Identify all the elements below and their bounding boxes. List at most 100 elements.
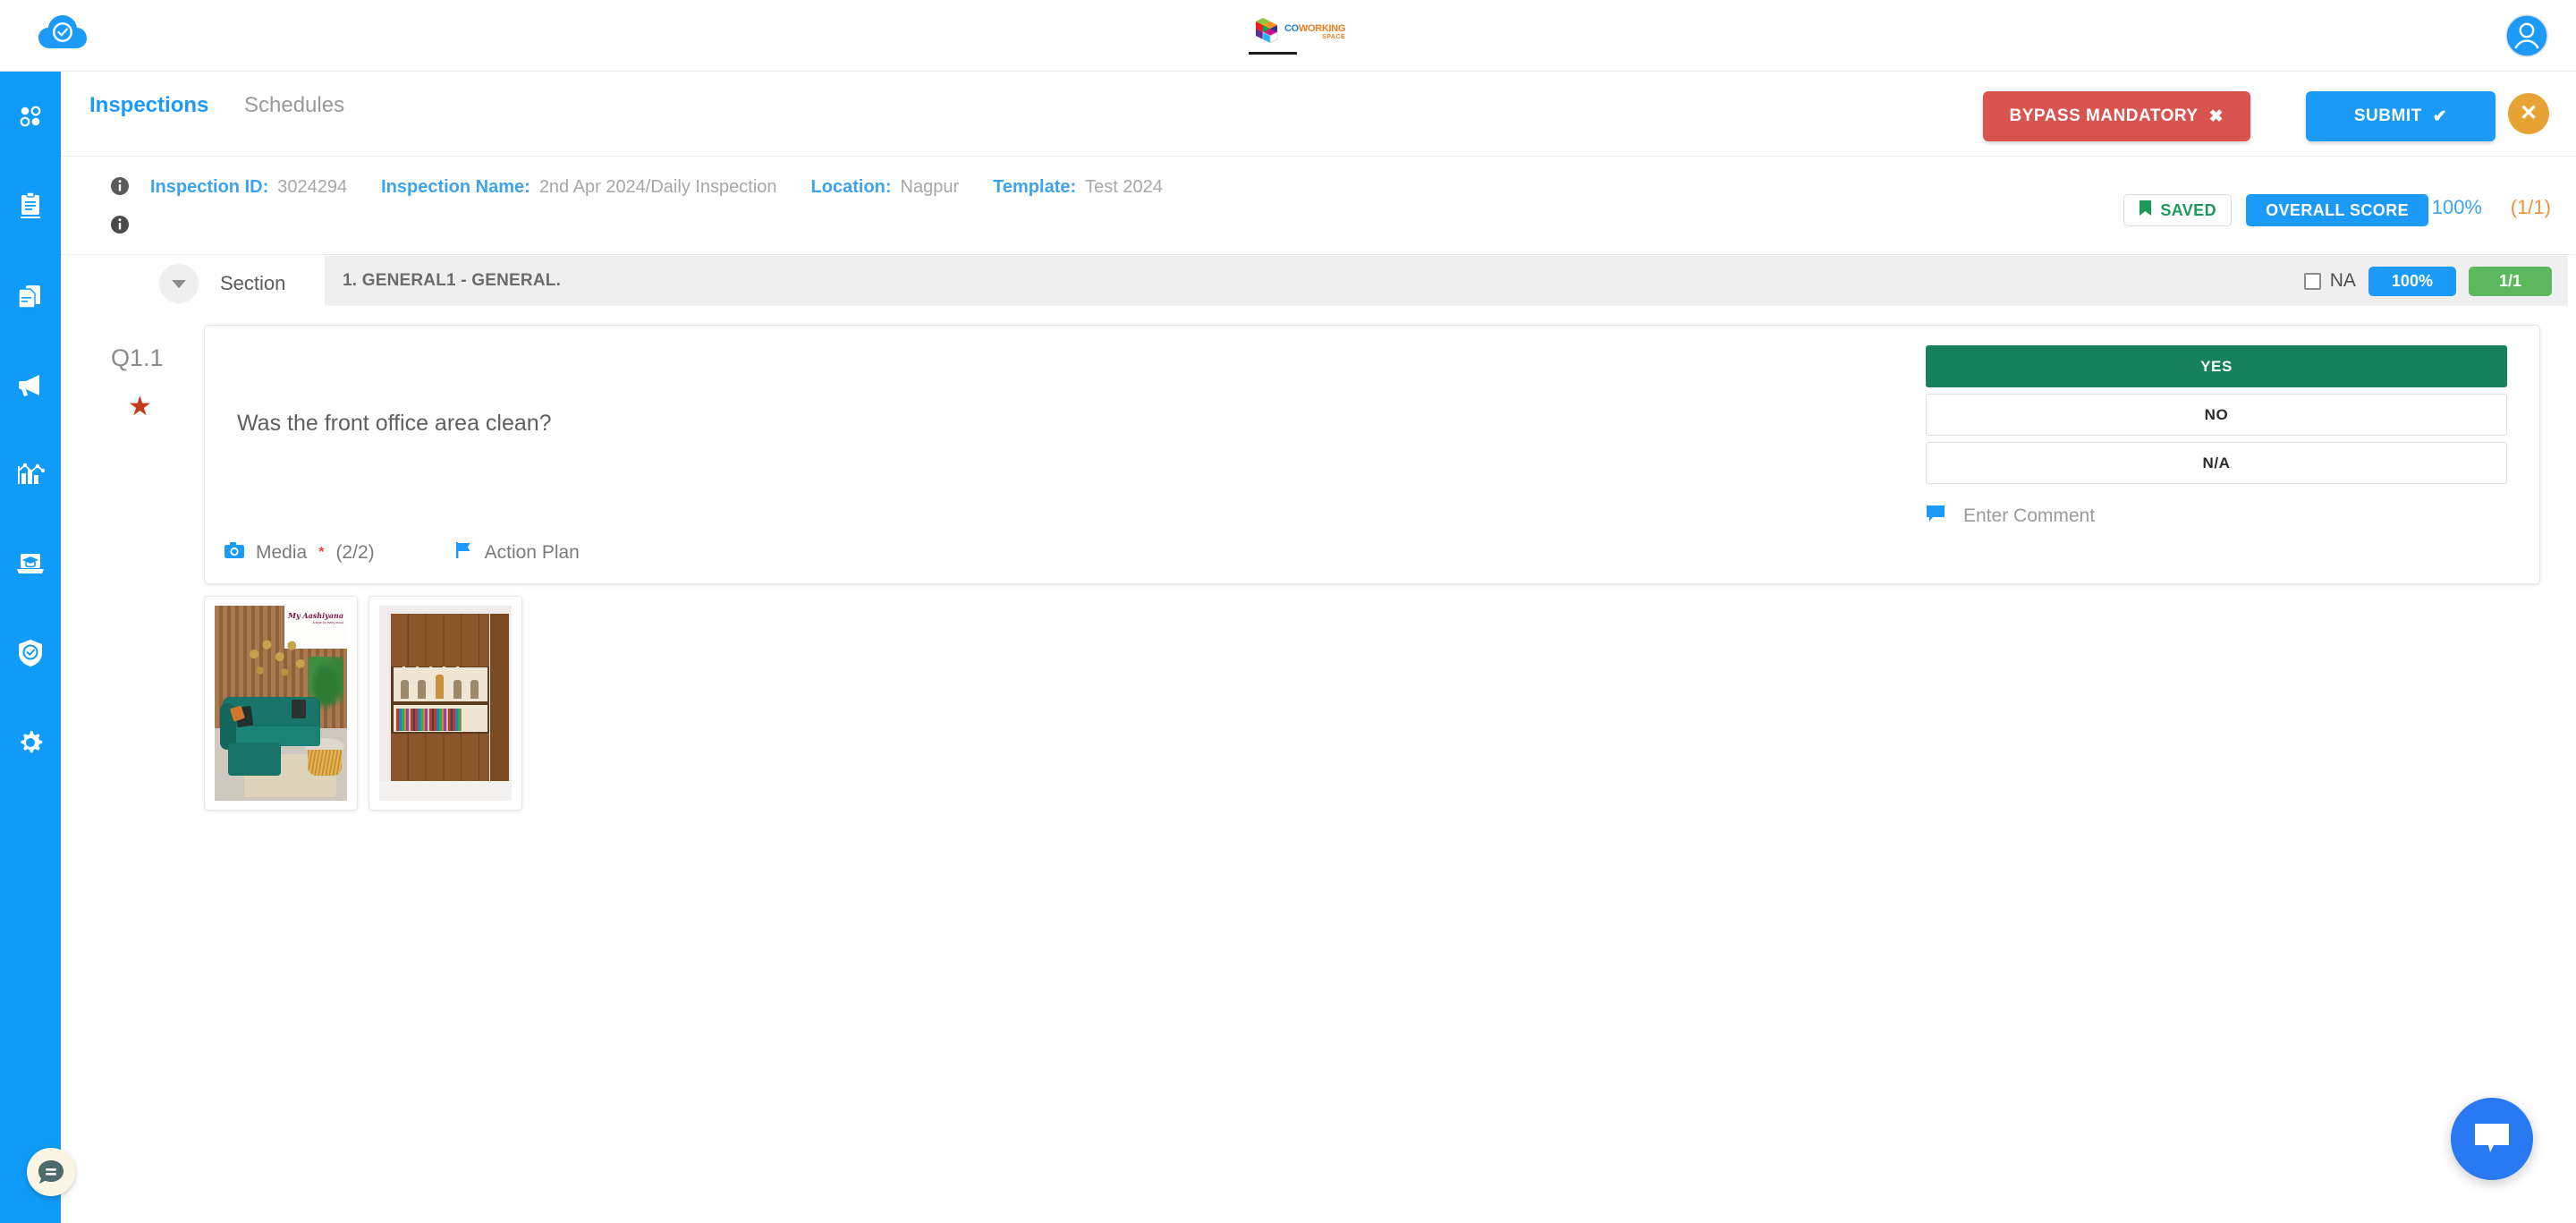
meta-inspection-id: Inspection ID: 3024294 xyxy=(150,177,347,198)
saved-status-badge[interactable]: SAVED xyxy=(2123,194,2232,226)
media-required-star: * xyxy=(318,544,325,560)
submit-button[interactable]: SUBMIT ✔ xyxy=(2306,91,2496,141)
tab-inspections[interactable]: Inspections xyxy=(89,93,208,118)
sidebar-item-reports[interactable] xyxy=(0,270,61,319)
gear-icon xyxy=(21,730,43,752)
analytics-chart-icon xyxy=(18,463,45,484)
meta-label: Inspection Name: xyxy=(381,177,530,197)
coworking-space-logo: COWORKING SPACE xyxy=(1250,14,1346,50)
elearning-laptop-icon xyxy=(17,553,44,573)
answer-option-na[interactable]: N/A xyxy=(1926,442,2507,484)
answer-options: YES NO N/A xyxy=(1926,345,2507,484)
media-thumbnail[interactable] xyxy=(369,596,522,811)
action-plan-label: Action Plan xyxy=(484,541,580,563)
comment-bubble-icon xyxy=(1926,505,1945,527)
brand-word-working: WORKING xyxy=(1298,23,1346,34)
photo-caption: My Aashiyana xyxy=(288,611,343,620)
media-button[interactable]: Media * (2/2) xyxy=(225,542,375,564)
section-collapse-toggle[interactable] xyxy=(159,264,199,303)
media-label: Media xyxy=(256,541,308,563)
question-number: Q1.1 xyxy=(111,344,164,371)
brand-wordmark: COWORKING SPACE xyxy=(1284,23,1346,41)
meta-template: Template: Test 2024 xyxy=(993,177,1163,198)
meta-value: 2nd Apr 2024/Daily Inspection xyxy=(538,177,777,197)
meta-location: Location: Nagpur xyxy=(811,177,960,198)
sidebar-item-elearning[interactable] xyxy=(0,539,61,588)
tabs-and-actions-bar: Inspections Schedules BYPASS MANDATORY ✖… xyxy=(61,72,2576,157)
media-thumbnail[interactable]: My Aashiyana A style for every mood xyxy=(204,596,358,811)
cube-logo-icon xyxy=(1250,17,1281,47)
clipboard-icon xyxy=(21,191,40,218)
sidebar-item-inspections[interactable] xyxy=(0,181,61,230)
star-icon: ★ xyxy=(128,392,152,421)
answer-option-no[interactable]: NO xyxy=(1926,394,2507,436)
megaphone-icon xyxy=(19,374,39,396)
bypass-mandatory-label: BYPASS MANDATORY xyxy=(2009,106,2199,125)
sidebar-item-compliance[interactable] xyxy=(0,628,61,677)
brand-word-co: CO xyxy=(1284,23,1299,34)
section-na-toggle[interactable]: NA xyxy=(2303,270,2356,292)
sidebar-item-settings[interactable] xyxy=(0,718,61,767)
question-footer: Media * (2/2) Action Plan xyxy=(225,541,580,564)
section-controls: NA 100% 1/1 xyxy=(2303,266,2552,296)
messenger-chat-button[interactable] xyxy=(2451,1098,2533,1180)
dashboard-dots-icon xyxy=(20,106,41,126)
na-checkbox[interactable] xyxy=(2303,272,2321,290)
overall-score-button[interactable]: OVERALL SCORE xyxy=(2246,194,2428,226)
living-room-teal-sofa-image: My Aashiyana A style for every mood xyxy=(215,606,347,801)
meta-value: Test 2024 xyxy=(1085,177,1163,197)
na-label: NA xyxy=(2329,270,2356,291)
user-avatar-icon[interactable] xyxy=(2504,13,2549,58)
sidebar-item-announcements[interactable] xyxy=(0,360,61,409)
question-text: Was the front office area clean? xyxy=(237,411,552,436)
section-row: Section 1. GENERAL1 - GENERAL. NA 100% 1… xyxy=(61,255,2576,310)
saved-label: SAVED xyxy=(2160,200,2216,219)
check-icon: ✔ xyxy=(2432,106,2448,126)
bypass-mandatory-button[interactable]: BYPASS MANDATORY ✖ xyxy=(1982,91,2250,141)
close-inspection-button[interactable]: ✕ xyxy=(2508,93,2549,134)
sidebar-item-dashboard[interactable] xyxy=(0,91,61,140)
comment-placeholder: Enter Comment xyxy=(1963,505,2096,526)
chat-bubble-icon xyxy=(38,1160,64,1184)
inspection-info-bar: Inspection ID: 3024294 Inspection Name: … xyxy=(61,157,2576,255)
question-card: Was the front office area clean? YES NO … xyxy=(204,325,2540,584)
shield-check-icon xyxy=(19,639,42,667)
info-circle-icon[interactable] xyxy=(110,176,130,200)
answer-option-yes[interactable]: YES xyxy=(1926,345,2507,387)
flag-icon xyxy=(455,541,473,564)
meta-label: Inspection ID: xyxy=(150,177,269,197)
tab-schedules[interactable]: Schedules xyxy=(244,93,344,118)
score-percent: 100% xyxy=(2431,196,2482,218)
meta-value: 3024294 xyxy=(277,177,348,197)
inspection-meta: Inspection ID: 3024294 Inspection Name: … xyxy=(150,177,1197,198)
submit-label: SUBMIT xyxy=(2353,106,2422,125)
meta-label: Location: xyxy=(810,177,892,197)
score-fraction: (1/1) xyxy=(2510,196,2551,218)
cross-icon: ✖ xyxy=(2208,106,2224,126)
section-title: 1. GENERAL1 - GENERAL. xyxy=(343,271,562,290)
messenger-bubble-icon xyxy=(2475,1124,2509,1152)
meta-label: Template: xyxy=(993,177,1077,197)
info-circle-secondary-icon[interactable] xyxy=(110,215,130,239)
media-count: (2/2) xyxy=(335,541,375,563)
photo-subcaption: A style for every mood xyxy=(312,621,343,624)
section-percent-badge[interactable]: 100% xyxy=(2368,266,2456,296)
bookmark-flag-icon xyxy=(2139,200,2152,221)
comment-input-row[interactable]: Enter Comment xyxy=(1926,505,2507,527)
top-bar: COWORKING SPACE xyxy=(0,0,2576,72)
support-chat-button[interactable] xyxy=(27,1148,75,1196)
meta-inspection-name: Inspection Name: 2nd Apr 2024/Daily Insp… xyxy=(381,177,776,198)
cloud-check-icon[interactable] xyxy=(38,13,88,54)
meta-value: Nagpur xyxy=(900,177,960,197)
section-header-bar: 1. GENERAL1 - GENERAL. NA 100% 1/1 xyxy=(325,256,2568,306)
camera-icon xyxy=(225,542,244,563)
brand-underline xyxy=(1249,52,1297,55)
section-count-badge[interactable]: 1/1 xyxy=(2468,266,2552,296)
left-sidebar xyxy=(0,72,61,1223)
action-plan-button[interactable]: Action Plan xyxy=(455,541,580,564)
documents-icon xyxy=(18,285,40,309)
sidebar-item-analytics[interactable] xyxy=(0,449,61,498)
wooden-bookshelf-cabinet-image xyxy=(379,606,512,801)
brand-word-space: SPACE xyxy=(1322,34,1346,40)
chevron-down-icon xyxy=(172,279,186,288)
